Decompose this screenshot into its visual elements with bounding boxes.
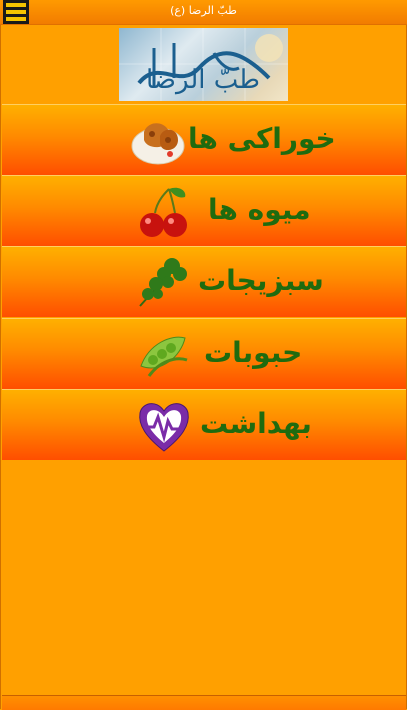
category-food[interactable]: خوراکی ها bbox=[2, 104, 406, 175]
category-label: حبوبات bbox=[204, 336, 303, 369]
peas-icon bbox=[140, 336, 188, 377]
banner-calligraphy: طبّ الرضا bbox=[146, 65, 260, 95]
bottom-bar bbox=[2, 695, 406, 710]
cherry-icon bbox=[140, 187, 187, 237]
category-label: خوراکی ها bbox=[188, 122, 336, 155]
app-header: طبّ الرضا (ع) bbox=[0, 0, 407, 25]
header-banner: طبّ الرضا bbox=[119, 28, 288, 101]
category-hygiene[interactable]: بهداشت bbox=[2, 389, 406, 460]
category-vegetables[interactable]: سبزیجات bbox=[2, 246, 406, 317]
calligraphy-banner-art: طبّ الرضا bbox=[119, 28, 288, 101]
app-title: طبّ الرضا (ع) bbox=[170, 4, 237, 17]
category-label: سبزیجات bbox=[198, 264, 324, 297]
category-legumes[interactable]: حبوبات bbox=[2, 318, 406, 389]
heart-pulse-icon bbox=[139, 403, 189, 452]
category-fruits[interactable]: میوه ها bbox=[2, 175, 406, 246]
pastry-icon bbox=[131, 123, 185, 165]
herb-icon bbox=[139, 258, 187, 307]
category-label: بهداشت bbox=[200, 407, 312, 440]
left-edge bbox=[0, 24, 1, 709]
category-label: میوه ها bbox=[208, 193, 311, 226]
